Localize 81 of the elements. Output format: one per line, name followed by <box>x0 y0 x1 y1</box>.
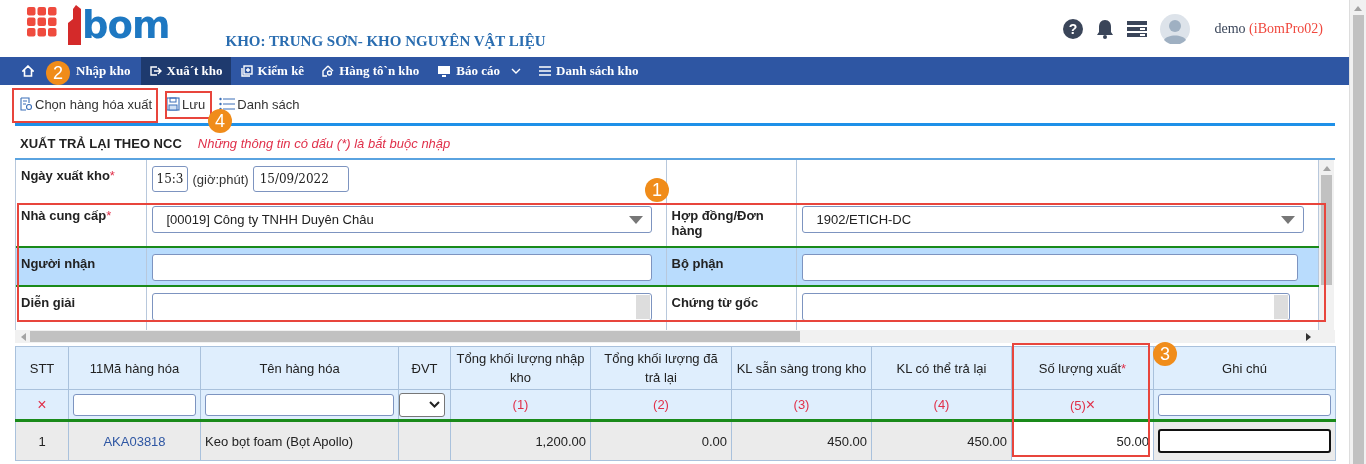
column-header: Số lượng xuất* <box>1038 360 1127 376</box>
column-index: (5) <box>1069 397 1086 413</box>
server-icon[interactable] <box>1126 20 1147 37</box>
column-index: (4) <box>933 397 950 412</box>
toolbar-button[interactable]: Lưu <box>164 94 208 114</box>
apps-grid-icon[interactable] <box>27 6 57 37</box>
list-icon <box>539 66 552 76</box>
chevron-icon <box>429 401 440 408</box>
time-format-hint: (giờ:phút) <box>192 171 249 187</box>
add-icon <box>240 65 253 77</box>
field-label: Diễn giải <box>21 295 76 310</box>
column-header: Ghi chú <box>1222 360 1267 376</box>
table-cell: 450.00 <box>967 433 1007 449</box>
required-note: Những thông tin có dấu (*) là bắt buộc nhập <box>197 136 451 151</box>
note-field[interactable] <box>1158 429 1331 453</box>
bell-icon[interactable] <box>1095 18 1114 39</box>
nav-tab[interactable]: Xuâ´t kho <box>140 57 231 85</box>
horizontal-scrollbar[interactable] <box>15 330 1335 343</box>
quantity-field[interactable]: 50.00 <box>1116 433 1149 449</box>
date-field[interactable]: 15/09/2022 <box>252 166 349 192</box>
dropdown[interactable]: [00019] Công ty TNHH Duyên Châu <box>151 206 652 233</box>
nav-tab[interactable]: Kiểm kê <box>232 57 313 85</box>
delete-icon[interactable]: × <box>37 395 47 413</box>
page-scrollbar[interactable] <box>1349 0 1366 464</box>
item-code-link[interactable]: AKA03818 <box>103 433 166 449</box>
column-header: Tên hàng hóa <box>259 360 340 376</box>
field-label: Bộ phận <box>671 256 724 271</box>
house-search-icon <box>322 65 335 77</box>
field-label: Hợp đồng/Đơn hàng <box>671 208 764 238</box>
user-name[interactable]: demo (iBomPro02) <box>1214 20 1323 37</box>
time-field[interactable]: 15:3 <box>151 166 189 192</box>
dropdown-arrow-icon <box>1280 215 1295 224</box>
nav-tab[interactable]: Báo cáo <box>429 57 530 85</box>
input-field[interactable] <box>151 254 652 281</box>
column-index: (2) <box>653 397 669 412</box>
dropdown[interactable]: 1902/ETICH-DC <box>801 206 1304 233</box>
toolbar-button[interactable]: Chọn hàng hóa xuất <box>18 94 155 114</box>
column-header: 11Mã hàng hóa <box>89 360 180 376</box>
avatar-icon[interactable] <box>1159 13 1190 44</box>
vertical-scrollbar[interactable] <box>1319 160 1334 330</box>
column-header: KL có thể trả lại <box>896 360 987 376</box>
column-header: Tổng khối lượng đã trả lại <box>604 351 718 385</box>
warehouse-title: KHO: TRUNG SƠN- KHO NGUYÊN VẬT LIỆU <box>225 33 546 50</box>
table-cell: 450.00 <box>827 433 867 449</box>
input-field[interactable] <box>801 254 1298 281</box>
filter-field[interactable] <box>205 393 394 416</box>
field-label: Người nhận <box>21 256 96 271</box>
step-badge: 1 <box>645 178 669 202</box>
table-cell: 0.00 <box>701 433 727 449</box>
table-cell: 1 <box>38 433 46 449</box>
monitor-icon <box>437 65 452 77</box>
column-index: (1) <box>512 397 529 412</box>
save-icon <box>166 97 181 111</box>
unit-dropdown[interactable] <box>399 392 445 417</box>
filter-field[interactable] <box>1158 393 1331 416</box>
column-header: ĐVT <box>411 360 438 376</box>
document-icon <box>20 97 33 111</box>
nav-tab[interactable]: Nhập kho <box>68 57 139 85</box>
dropdown-arrow-icon <box>628 215 643 224</box>
logo: bom <box>67 4 170 45</box>
table-cell: Keo bọt foam (Bọt Apollo) <box>205 433 354 449</box>
table-cell: 1,200.00 <box>535 433 586 449</box>
column-header: Tổng khối lượng nhập kho <box>456 351 585 385</box>
export-icon <box>148 65 162 77</box>
field-label: Ngày xuất kho* <box>21 168 115 183</box>
text-area[interactable] <box>801 293 1290 321</box>
nav-tab[interactable]: Danh sách kho <box>531 57 647 85</box>
list-icon <box>219 97 236 111</box>
help-icon[interactable]: ? <box>1062 18 1083 39</box>
filter-field[interactable] <box>73 393 196 416</box>
nav-tab[interactable]: Hàng tô`n kho <box>314 57 428 85</box>
column-header: KL sẵn sàng trong kho <box>736 360 867 376</box>
field-label: Nhà cung cấp* <box>21 208 112 223</box>
column-index: (3) <box>793 397 810 412</box>
step-badge: 4 <box>208 109 232 133</box>
text-area[interactable] <box>151 293 652 321</box>
field-label: Chứng từ gốc <box>671 295 759 310</box>
column-header: STT <box>29 360 55 376</box>
home-icon[interactable] <box>22 65 34 77</box>
form-title: XUẤT TRẢ LẠI THEO NCC <box>20 136 182 151</box>
delete-icon[interactable]: × <box>1085 395 1096 413</box>
